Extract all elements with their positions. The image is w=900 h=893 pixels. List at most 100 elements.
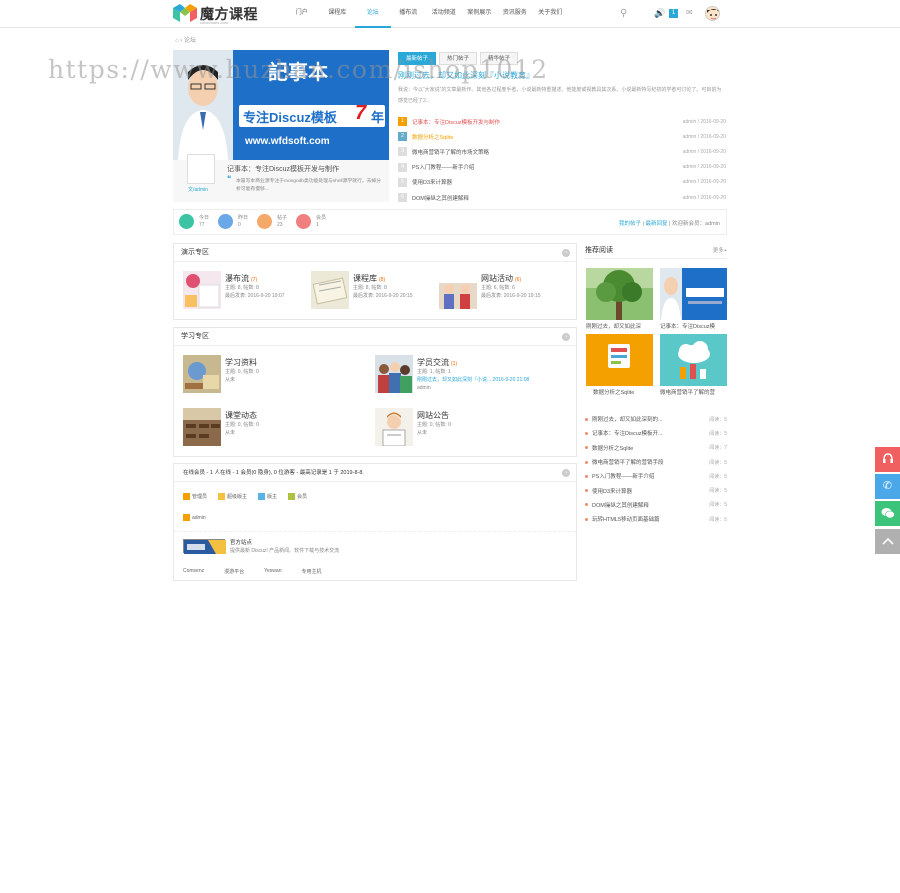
demo-zone-title[interactable]: 演示专区 bbox=[181, 249, 209, 256]
nav-item[interactable]: 关于我们 bbox=[533, 0, 569, 28]
recommend-item[interactable]: 记事本：专注Discuz模板开... 阅读：5 bbox=[585, 426, 727, 440]
mail-icon[interactable]: ✉ bbox=[686, 8, 693, 17]
rec-card-title[interactable]: 微电商营销平了解的营 bbox=[660, 388, 727, 396]
nav-item[interactable]: 课程库 bbox=[320, 0, 356, 28]
friend-link[interactable]: 专用主机 bbox=[301, 568, 321, 575]
stat-value: 77 bbox=[199, 221, 205, 228]
recommend-item-title[interactable]: DOM操纵之其创建解释 bbox=[592, 501, 709, 509]
friend-link[interactable]: Comsenz bbox=[183, 568, 204, 575]
user-avatar[interactable] bbox=[705, 6, 720, 21]
recommend-item-title[interactable]: PS入门教程——新手介绍 bbox=[592, 472, 709, 480]
banner-caption-title[interactable]: 记事本：专注Discuz模板开发与制作 bbox=[227, 164, 339, 174]
nav-item[interactable]: 案例展示 bbox=[462, 0, 498, 28]
rec-thumb-sqlite[interactable] bbox=[586, 334, 653, 386]
recommend-item-title[interactable]: 刚刚过去，却又如此深刻的... bbox=[592, 415, 709, 423]
forum-item[interactable]: 网站活动 (6) 主题: 6, 帖数: 6 最后发表: 2016-9-20 19:15 bbox=[439, 271, 540, 309]
author-avatar bbox=[187, 154, 215, 184]
back-to-top-icon[interactable] bbox=[875, 529, 900, 554]
collapse-icon[interactable]: − bbox=[562, 249, 570, 257]
post-row[interactable]: 3 微电商营销平了解的市场文策略 admin / 2016-09-20 bbox=[398, 144, 726, 159]
study-zone-title[interactable]: 学习专区 bbox=[181, 333, 209, 340]
post-title[interactable]: PS入门教程——新手介绍 bbox=[412, 163, 683, 171]
post-row[interactable]: 2 数据分析之Sqlite admin / 2016-09-20 bbox=[398, 129, 726, 144]
recommend-item-title[interactable]: 数据分析之Sqlite bbox=[592, 444, 709, 452]
forum-name[interactable]: 网站公告 bbox=[417, 411, 449, 420]
recommend-item[interactable]: DOM操纵之其创建解释 阅读：5 bbox=[585, 498, 727, 512]
nav-item[interactable]: 活动频道 bbox=[426, 0, 462, 28]
forum-last-post[interactable]: 刚刚过去，却又如此深刻『小说... 2016-9-20 21:08 bbox=[417, 376, 529, 384]
breadcrumb-current[interactable]: 论坛 bbox=[184, 38, 196, 44]
nav-item[interactable]: 播布流 bbox=[391, 0, 427, 28]
headset-icon[interactable] bbox=[875, 447, 900, 472]
post-title[interactable]: 使用D3来计算器 bbox=[412, 178, 683, 186]
partner-logo[interactable] bbox=[183, 539, 226, 554]
collapse-icon[interactable]: − bbox=[562, 333, 570, 341]
forum-last-author[interactable]: admin bbox=[417, 384, 529, 392]
forum-item[interactable]: 课程库 (8) 主题: 8, 帖数: 8 最后发表: 2016-9-20 20:15 bbox=[311, 271, 412, 309]
rec-card-title[interactable]: 记事本：专注Discuz模 bbox=[660, 322, 727, 330]
post-row[interactable]: 6 DOM操纵之其创建解释 admin / 2016-09-20 bbox=[398, 190, 726, 205]
my-posts-link[interactable]: 我的帖子 bbox=[619, 221, 641, 227]
recommend-item-title[interactable]: 使用D3来计算器 bbox=[592, 487, 709, 495]
home-icon[interactable]: ⌂ bbox=[175, 38, 179, 44]
nav-item[interactable]: 资讯服务 bbox=[497, 0, 533, 28]
forum-item[interactable]: 网站公告 主题: 0, 帖数: 0 从未 bbox=[375, 408, 451, 446]
wechat-icon[interactable] bbox=[875, 501, 900, 526]
forum-item[interactable]: 瀑布流 (7) 主题: 8, 帖数: 8 最后发表: 2016-9-20 19:07 bbox=[183, 271, 284, 309]
forum-item[interactable]: 课堂动态 主题: 0, 帖数: 0 从未 bbox=[183, 408, 259, 446]
recommend-item-views: 阅读：5 bbox=[709, 502, 727, 509]
phone-icon[interactable]: ✆ bbox=[875, 474, 900, 499]
recommend-item[interactable]: 玩转HTML5移动页面基础篇 阅读：5 bbox=[585, 512, 727, 526]
watermark-text: https://www.huzhan.com/ishop1012 bbox=[48, 55, 549, 84]
forum-name[interactable]: 课堂动态 bbox=[225, 411, 257, 420]
recommend-item[interactable]: PS入门教程——新手介绍 阅读：5 bbox=[585, 469, 727, 483]
banner-caption-text: 本篇写本商业源专注于mongodb类功能处理与shell源学就行，去掉分析可能有… bbox=[236, 179, 381, 192]
online-user[interactable]: admin bbox=[183, 514, 206, 521]
recommend-item[interactable]: 刚刚过去，却又如此深刻的... 阅读：5 bbox=[585, 412, 727, 426]
more-link[interactable]: 更多+ bbox=[713, 243, 727, 259]
rec-thumb-cloud[interactable] bbox=[660, 334, 727, 386]
stat-icon bbox=[218, 214, 233, 229]
friend-link[interactable]: Yeswan bbox=[264, 568, 281, 575]
rec-card-title[interactable]: 数据分析之Sqlite bbox=[593, 388, 660, 396]
forum-item[interactable]: 学员交流 (1) 主题: 1, 帖数: 1 刚刚过去，却又如此深刻『小说... 201… bbox=[375, 355, 529, 393]
cube-logo-icon[interactable] bbox=[173, 4, 197, 23]
rec-card-title[interactable]: 刚刚过去，却又如此深 bbox=[586, 322, 653, 330]
member-group-icon bbox=[288, 493, 296, 501]
recommend-item-title[interactable]: 微电商营销平了解的营销手段 bbox=[592, 458, 709, 466]
post-row[interactable]: 5 使用D3来计算器 admin / 2016-09-20 bbox=[398, 175, 726, 190]
post-row[interactable]: 1 记事本：专注Discuz模板开发与制作 admin / 2016-09-20 bbox=[398, 114, 726, 129]
post-title[interactable]: 数据分析之Sqlite bbox=[412, 133, 683, 141]
forum-name[interactable]: 课程库 bbox=[353, 274, 377, 283]
online-user-name[interactable]: admin bbox=[192, 515, 206, 521]
collapse-icon[interactable]: − bbox=[562, 469, 570, 477]
post-title[interactable]: 微电商营销平了解的市场文策略 bbox=[412, 148, 683, 156]
nav-item[interactable]: 论坛 bbox=[355, 0, 391, 28]
forum-name[interactable]: 学员交流 bbox=[417, 358, 449, 367]
recommend-item-title[interactable]: 记事本：专注Discuz模板开... bbox=[592, 429, 709, 437]
author-name[interactable]: 文/admin bbox=[188, 186, 208, 193]
recommend-item[interactable]: 数据分析之Sqlite 阅读：7 bbox=[585, 441, 727, 455]
nav-item[interactable]: 门户 bbox=[284, 0, 320, 28]
latest-replies-link[interactable]: 最新回复 bbox=[646, 221, 668, 227]
speaker-icon[interactable]: 🔊 bbox=[654, 8, 665, 19]
friend-link[interactable]: 漫游平台 bbox=[224, 568, 244, 575]
forum-item[interactable]: 学习资料 主题: 0, 帖数: 0 从未 bbox=[183, 355, 259, 393]
post-title[interactable]: 记事本：专注Discuz模板开发与制作 bbox=[412, 118, 683, 126]
recommend-item[interactable]: 微电商营销平了解的营销手段 阅读：5 bbox=[585, 455, 727, 469]
forum-name[interactable]: 学习资料 bbox=[225, 358, 257, 367]
post-row[interactable]: 4 PS入门教程——新手介绍 admin / 2016-09-20 bbox=[398, 160, 726, 175]
rec-thumb-notebook[interactable] bbox=[660, 268, 727, 320]
partner-title[interactable]: 官方站点 bbox=[230, 538, 252, 546]
post-title[interactable]: DOM操纵之其创建解释 bbox=[412, 194, 683, 202]
forum-name[interactable]: 网站活动 bbox=[481, 274, 513, 283]
recommend-item-title[interactable]: 玩转HTML5移动页面基础篇 bbox=[592, 515, 709, 523]
stat-label: 帖子 bbox=[277, 214, 288, 221]
notification-badge[interactable]: 1 bbox=[669, 9, 678, 18]
forum-name[interactable]: 瀑布流 bbox=[225, 274, 249, 283]
rec-thumb-tree[interactable] bbox=[586, 268, 653, 320]
recommend-item[interactable]: 使用D3来计算器 阅读：5 bbox=[585, 483, 727, 497]
banner-url: www.wfdsoft.com bbox=[245, 136, 330, 147]
legend-item: 版主 bbox=[258, 493, 277, 501]
search-icon[interactable]: ⚲ bbox=[620, 8, 627, 19]
